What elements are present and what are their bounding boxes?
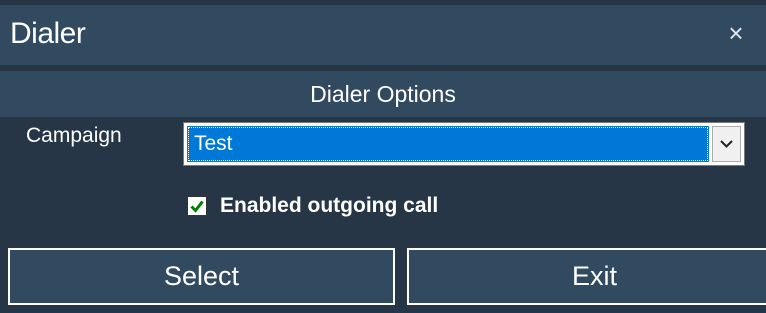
checkmark-icon [190,200,204,213]
title-bar: Dialer × [0,5,766,65]
campaign-selected-value: Test [187,126,709,162]
chevron-down-glyph [720,140,733,148]
section-header: Dialer Options [0,71,766,117]
window-title: Dialer [10,17,86,50]
chevron-down-icon[interactable] [712,126,741,162]
dialer-window: Dialer × Dialer Options Campaign Test En… [0,0,766,313]
outgoing-call-label: Enabled outgoing call [220,194,439,217]
select-button[interactable]: Select [8,248,395,305]
exit-button[interactable]: Exit [407,248,766,305]
close-icon[interactable]: × [722,17,750,49]
outgoing-call-checkbox[interactable] [187,196,207,216]
campaign-label: Campaign [26,124,122,147]
campaign-select[interactable]: Test [183,122,745,166]
